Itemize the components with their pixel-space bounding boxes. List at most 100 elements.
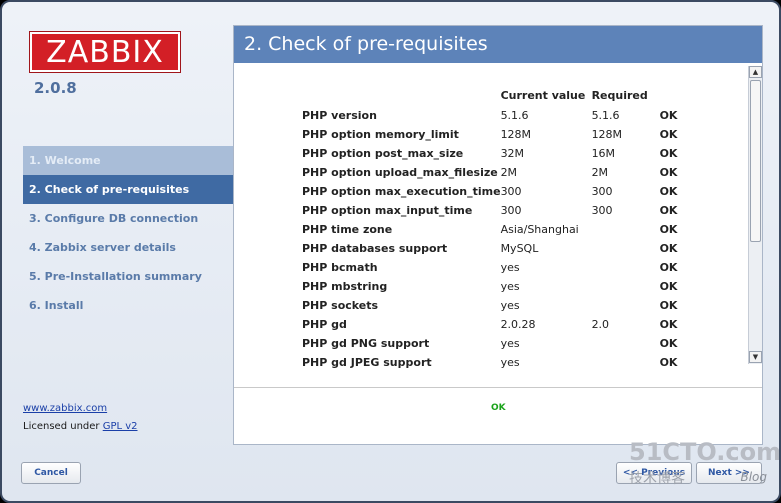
table-row: PHP mbstring yes OK: [302, 277, 677, 296]
required-value: [592, 277, 660, 296]
status-ok: OK: [659, 356, 678, 369]
required-value: 2.0: [591, 318, 610, 331]
status-ok: OK: [659, 204, 678, 217]
requirements-scroll-area[interactable]: Current value Required PHP version 5.1.6 5…: [234, 66, 762, 388]
current-value: yes: [500, 356, 520, 369]
requirement-name: PHP bcmath: [302, 261, 378, 274]
table-row: PHP version 5.1.6 5.1.6 OK: [302, 106, 677, 125]
status-column-header: [660, 84, 678, 106]
panel-title: 2. Check of pre-requisites: [234, 26, 762, 63]
requirements-table: Current value Required PHP version 5.1.6 5…: [302, 84, 677, 372]
license-link[interactable]: GPL v2: [103, 421, 138, 432]
status-ok: OK: [659, 185, 678, 198]
current-value: 32M: [500, 147, 525, 160]
status-ok: OK: [659, 318, 678, 331]
requirements-body: PHP version 5.1.6 5.1.6 OK PHP option memory…: [302, 106, 677, 372]
table-row: PHP option memory_limit 128M 128M OK: [302, 125, 677, 144]
site-link[interactable]: www.zabbix.com: [23, 403, 107, 414]
requirement-name: PHP gd JPEG support: [302, 356, 432, 369]
installer-window: ZABBIX 2.0.8 1. Welcome 2. Check of pre-…: [0, 0, 781, 503]
status-ok: OK: [659, 337, 678, 350]
requirement-name: PHP option upload_max_filesize: [302, 166, 498, 179]
required-value: 5.1.6: [591, 109, 620, 122]
current-value: 300: [500, 204, 522, 217]
table-row: PHP gd 2.0.28 2.0 OK: [302, 315, 677, 334]
current-value: 5.1.6: [500, 109, 529, 122]
requirement-name: PHP option post_max_size: [302, 147, 464, 160]
steps-list: 1. Welcome 2. Check of pre-requisites 3.…: [23, 146, 233, 320]
site-link-wrap: www.zabbix.com: [23, 403, 107, 414]
required-value: 2M: [591, 166, 609, 179]
requirement-name: PHP option max_input_time: [302, 204, 473, 217]
table-row: PHP bcmath yes OK: [302, 258, 677, 277]
status-ok: OK: [659, 280, 678, 293]
required-value: [592, 353, 660, 372]
requirement-name: PHP version: [302, 109, 377, 122]
version-label: 2.0.8: [34, 79, 77, 97]
current-value: MySQL: [500, 242, 539, 255]
table-header-row: Current value Required: [302, 84, 677, 106]
current-value: yes: [500, 261, 520, 274]
status-ok: OK: [659, 109, 678, 122]
license-line: Licensed under GPL v2: [23, 421, 138, 432]
step-db-connection[interactable]: 3. Configure DB connection: [23, 204, 233, 233]
name-column-header: [302, 84, 501, 106]
status-ok: OK: [659, 299, 678, 312]
requirement-name: PHP option memory_limit: [302, 128, 459, 141]
step-prerequisites[interactable]: 2. Check of pre-requisites: [23, 175, 233, 204]
step-summary[interactable]: 5. Pre-Installation summary: [23, 262, 233, 291]
current-value: 300: [500, 185, 522, 198]
requirement-name: PHP databases support: [302, 242, 448, 255]
required-value: 300: [591, 185, 613, 198]
cancel-button[interactable]: Cancel: [21, 462, 81, 484]
watermark-title: 51CTO.com: [629, 438, 781, 466]
current-value: yes: [500, 337, 520, 350]
status-ok: OK: [659, 128, 678, 141]
current-value: Asia/Shanghai: [500, 223, 579, 236]
requirement-name: PHP sockets: [302, 299, 379, 312]
step-install[interactable]: 6. Install: [23, 291, 233, 320]
vertical-scrollbar[interactable]: ▲ ▼: [748, 66, 762, 364]
overall-status: OK: [491, 403, 506, 413]
table-row: PHP time zone Asia/Shanghai OK: [302, 220, 677, 239]
scroll-down-icon[interactable]: ▼: [749, 351, 762, 363]
status-ok: OK: [659, 147, 678, 160]
requirement-name: PHP gd: [302, 318, 347, 331]
main-panel: 2. Check of pre-requisites Current value…: [233, 25, 763, 445]
watermark-blog: Blog: [740, 470, 767, 484]
step-server-details[interactable]: 4. Zabbix server details: [23, 233, 233, 262]
table-row: PHP gd PNG support yes OK: [302, 334, 677, 353]
required-value: 16M: [591, 147, 616, 160]
license-prefix: Licensed under: [23, 421, 100, 432]
requirement-name: PHP option max_execution_time: [302, 185, 501, 198]
required-value: [592, 239, 660, 258]
current-value: 128M: [500, 128, 532, 141]
zabbix-logo: ZABBIX: [29, 31, 181, 73]
table-row: PHP databases support MySQL OK: [302, 239, 677, 258]
required-value: [592, 334, 660, 353]
required-column-header: Required: [591, 88, 648, 102]
requirement-name: PHP gd PNG support: [302, 337, 430, 350]
scroll-up-icon[interactable]: ▲: [749, 66, 762, 78]
status-ok: OK: [659, 223, 678, 236]
watermark-subtitle: 技术博客: [629, 471, 685, 487]
status-ok: OK: [659, 242, 678, 255]
watermark: 51CTO.com 技术博客 Blog: [627, 438, 779, 490]
required-value: [592, 258, 660, 277]
current-value: yes: [500, 280, 520, 293]
table-row: PHP gd JPEG support yes OK: [302, 353, 677, 372]
table-row: PHP option post_max_size 32M 16M OK: [302, 144, 677, 163]
table-row: PHP option max_execution_time 300 300 OK: [302, 182, 677, 201]
current-value: 2M: [500, 166, 518, 179]
current-value: yes: [500, 299, 520, 312]
requirement-name: PHP time zone: [302, 223, 393, 236]
required-value: [592, 296, 660, 315]
current-value: 2.0.28: [500, 318, 536, 331]
required-value: 128M: [591, 128, 623, 141]
requirement-name: PHP mbstring: [302, 280, 388, 293]
table-row: PHP sockets yes OK: [302, 296, 677, 315]
status-ok: OK: [659, 261, 678, 274]
step-welcome[interactable]: 1. Welcome: [23, 146, 233, 175]
scroll-thumb[interactable]: [750, 80, 761, 242]
table-row: PHP option max_input_time 300 300 OK: [302, 201, 677, 220]
